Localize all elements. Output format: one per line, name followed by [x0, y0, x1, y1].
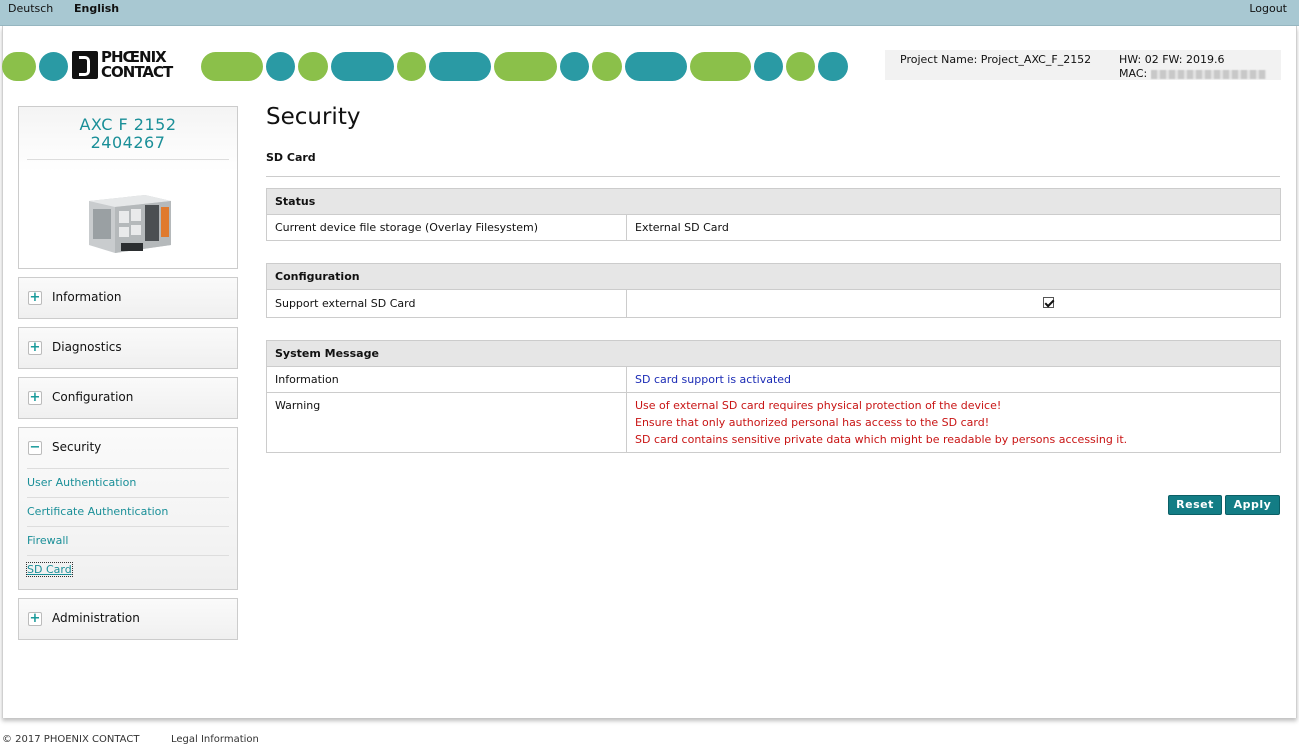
band-pill	[429, 52, 491, 81]
device-part-number: 2404267	[90, 133, 166, 152]
configuration-header: Configuration	[266, 263, 1281, 290]
nav-security-header[interactable]: − Security	[19, 428, 237, 468]
reset-button[interactable]: Reset	[1168, 495, 1222, 515]
expand-plus-icon[interactable]: +	[28, 291, 42, 305]
band-pill	[786, 52, 815, 81]
mac-redacted	[1150, 69, 1266, 79]
nav-security-label[interactable]: Security	[52, 440, 101, 454]
nav-configuration[interactable]: + Configuration	[18, 377, 238, 419]
legal-information-link[interactable]: Legal Information	[171, 734, 259, 745]
system-message-header: System Message	[266, 340, 1281, 367]
controller-device-image	[89, 195, 171, 253]
nav-information-label[interactable]: Information	[52, 290, 121, 304]
logo-text-line2: CONTACT	[101, 63, 173, 81]
top-bar: Deutsch English Logout	[0, 0, 1299, 26]
copyright-text: © 2017 PHOENIX CONTACT	[2, 734, 140, 745]
sidebar-item-certificate-authentication[interactable]: Certificate Authentication	[27, 497, 229, 526]
project-info-box: Project Name: Project_AXC_F_2152 HW: 02 …	[885, 50, 1281, 80]
band-pill	[754, 52, 783, 81]
expand-plus-icon[interactable]: +	[28, 341, 42, 355]
config-row-label: Support external SD Card	[266, 289, 627, 318]
nav-diagnostics-label[interactable]: Diagnostics	[52, 340, 122, 354]
configuration-table: Configuration Support external SD Card	[266, 263, 1281, 318]
hw-fw-version: HW: 02 FW: 2019.6	[1119, 53, 1225, 66]
sidebar-item-user-authentication[interactable]: User Authentication	[27, 468, 229, 497]
expand-plus-icon[interactable]: +	[28, 391, 42, 405]
nav-configuration-label[interactable]: Configuration	[52, 390, 133, 404]
band-pill	[592, 52, 622, 81]
page-subtitle: SD Card	[266, 151, 316, 164]
band-pill	[331, 52, 394, 81]
warning-value: Use of external SD card requires physica…	[626, 392, 1281, 453]
logout-link[interactable]: Logout	[1249, 2, 1287, 15]
band-pill	[690, 52, 751, 81]
band-pill	[298, 52, 328, 81]
info-value: SD card support is activated	[626, 366, 1281, 393]
warning-label: Warning	[266, 392, 627, 453]
nav-administration[interactable]: + Administration	[18, 598, 238, 640]
band-pill	[818, 52, 848, 81]
language-deutsch-link[interactable]: Deutsch	[8, 2, 53, 15]
band-pill	[397, 52, 426, 81]
config-row-value	[626, 289, 1281, 318]
language-english-link[interactable]: English	[74, 2, 119, 15]
sidebar-item-firewall[interactable]: Firewall	[27, 526, 229, 555]
apply-button[interactable]: Apply	[1225, 495, 1280, 515]
info-label: Information	[266, 366, 627, 393]
status-table: Status Current device file storage (Over…	[266, 188, 1281, 241]
status-header: Status	[266, 188, 1281, 215]
security-submenu: User Authentication Certificate Authenti…	[19, 468, 237, 584]
warning-line: Use of external SD card requires physica…	[635, 399, 1002, 412]
device-box: AXC F 2152 2404267	[18, 106, 238, 269]
warning-line: Ensure that only authorized personal has…	[635, 416, 990, 429]
divider	[27, 159, 229, 160]
band-pill	[266, 52, 295, 81]
expand-plus-icon[interactable]: +	[28, 612, 42, 626]
status-row-label: Current device file storage (Overlay Fil…	[266, 214, 627, 241]
sidebar-item-sd-card[interactable]: SD Card	[26, 555, 229, 584]
band-pill	[625, 52, 687, 81]
status-row-value: External SD Card	[626, 214, 1281, 241]
page-title: Security	[266, 104, 361, 130]
band-pill	[494, 52, 557, 81]
phoenix-contact-logo: PHŒNIX CONTACT	[70, 47, 200, 83]
nav-security: − Security User Authentication Certifica…	[18, 427, 238, 590]
nav-administration-label[interactable]: Administration	[52, 611, 140, 625]
table-row: Current device file storage (Overlay Fil…	[266, 214, 1281, 241]
collapse-minus-icon[interactable]: −	[28, 441, 42, 455]
device-model: AXC F 2152	[79, 115, 177, 134]
table-row: Warning Use of external SD card requires…	[266, 392, 1281, 453]
table-row: Support external SD Card	[266, 289, 1281, 318]
band-pill	[560, 52, 589, 81]
nav-diagnostics[interactable]: + Diagnostics	[18, 327, 238, 369]
project-name: Project Name: Project_AXC_F_2152	[900, 53, 1092, 66]
warning-line: SD card contains sensitive private data …	[635, 433, 1128, 446]
system-message-table: System Message Information SD card suppo…	[266, 340, 1281, 453]
nav-information[interactable]: + Information	[18, 277, 238, 319]
logo-mark-icon	[72, 51, 98, 79]
support-sd-card-checkbox[interactable]	[1043, 296, 1054, 308]
band-pill	[201, 52, 263, 81]
table-row: Information SD card support is activated	[266, 366, 1281, 393]
mac-label: MAC:	[1119, 67, 1148, 80]
band-pill	[2, 52, 36, 81]
band-pill	[39, 52, 68, 81]
divider	[266, 176, 1280, 177]
mac-address: MAC:	[1119, 67, 1266, 80]
